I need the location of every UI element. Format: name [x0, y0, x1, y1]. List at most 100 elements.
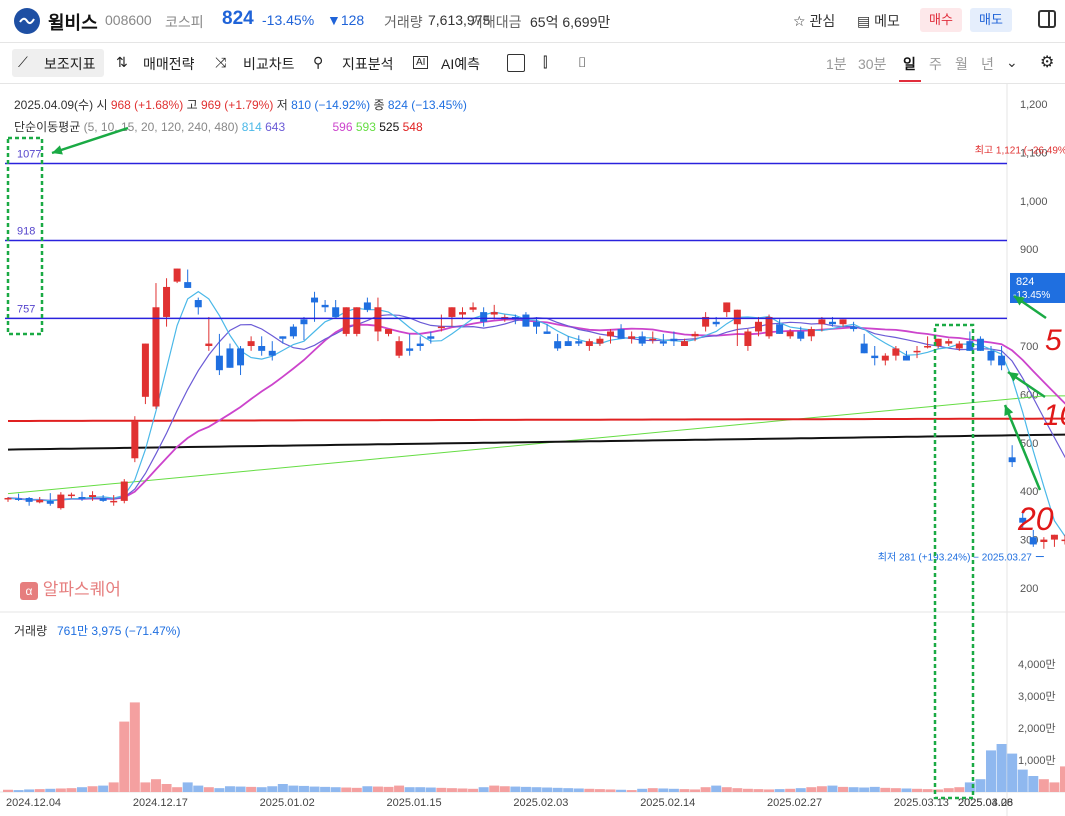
candle-body	[78, 497, 86, 499]
watch-button[interactable]: ☆ 관심	[793, 11, 835, 31]
volume-bar	[806, 787, 817, 792]
memo-button[interactable]: ▤ 메모	[857, 11, 900, 31]
volume-bar	[172, 787, 183, 792]
candle-body	[363, 302, 371, 310]
volume-bar	[224, 786, 235, 792]
candle-body	[828, 321, 836, 325]
period-1min[interactable]: 1분	[826, 54, 847, 74]
candle-body	[733, 309, 741, 325]
candle-body	[839, 319, 847, 325]
candle-body	[247, 341, 255, 346]
watermark-text: 알파스퀘어	[42, 580, 121, 599]
chart-toolbar: ⟋ 보조지표 ⇅ 매매전략 ⤨ 비교차트 ⚲ 지표분석 AI AI예측 ⫿ ⌷ …	[0, 43, 1065, 84]
volume-bar	[605, 789, 616, 792]
candle-body	[892, 348, 900, 356]
candle-body	[448, 307, 456, 317]
compare-button[interactable]: 비교차트	[243, 54, 295, 74]
volume-bar	[203, 787, 214, 792]
volume-bar	[996, 744, 1007, 792]
price-tick-label: 1,000	[1020, 196, 1048, 208]
volume-bar	[721, 787, 732, 792]
period-month[interactable]: 월	[955, 54, 968, 74]
volume-bar	[943, 788, 954, 792]
sell-button[interactable]: 매도	[970, 8, 1012, 32]
low-marker-text: 최저 281 (+193.24%) − 2025.03.27	[878, 552, 1033, 564]
volume-bar	[531, 787, 542, 792]
ma-line-10	[7, 314, 1065, 502]
candle-body	[765, 316, 773, 337]
candle-body	[628, 336, 636, 339]
x-tick-label: 2025.01.02	[260, 797, 315, 809]
period-year[interactable]: 년	[981, 54, 994, 74]
volume-bar	[415, 787, 426, 792]
volume-bar	[1060, 766, 1065, 792]
stock-name: 윌비스	[48, 13, 98, 33]
strategy-icon: ⇅	[116, 54, 128, 70]
volume-bar	[24, 789, 35, 792]
candle-body	[533, 321, 540, 327]
volume-bar	[76, 787, 87, 792]
volume-bar	[869, 786, 880, 792]
candle-body	[1061, 539, 1065, 542]
volume-bar	[320, 786, 331, 792]
volume-bar	[87, 786, 98, 792]
period-week[interactable]: 주	[929, 54, 942, 74]
candle-body	[976, 338, 984, 351]
candle-body	[268, 350, 276, 356]
volume-bar	[594, 789, 605, 792]
sidebar-toggle-icon[interactable]	[1038, 10, 1056, 28]
change-amount: ▼128	[327, 12, 365, 28]
candle-body	[945, 341, 953, 344]
volume-bar	[700, 787, 711, 792]
candle-body	[173, 268, 181, 282]
candle-body	[321, 304, 329, 308]
annotation-number-10: 10	[1043, 399, 1065, 432]
stock-chart[interactable]: 1,2001,1001,0009008007006005004003002001…	[0, 84, 1065, 816]
volume-bar	[468, 788, 479, 792]
candle-body	[258, 346, 266, 351]
volume-bar	[436, 787, 447, 792]
candle-body	[691, 333, 699, 337]
volume-bar	[573, 788, 584, 792]
volume-bar	[341, 787, 352, 792]
analysis-button[interactable]: 지표분석	[342, 54, 394, 74]
watermark-logo-icon: α	[20, 581, 38, 600]
candle-body	[152, 307, 160, 407]
analysis-icon: ⚲	[313, 54, 324, 70]
price-tick-label: 400	[1020, 486, 1038, 498]
volume-bar	[827, 785, 838, 792]
volume-bar	[298, 785, 309, 792]
candle-body	[596, 338, 604, 344]
annotation-arrow	[51, 126, 129, 155]
candle-body	[1008, 457, 1016, 463]
volume-bar	[1028, 776, 1039, 792]
period-30min[interactable]: 30분	[858, 54, 886, 74]
volume-bar	[816, 786, 827, 792]
buy-button[interactable]: 매수	[920, 8, 962, 32]
indicators-button[interactable]: 보조지표	[44, 54, 96, 74]
candle-type-icon[interactable]: ⫿	[543, 54, 547, 71]
volume-tick-label: 3,000만	[1018, 690, 1056, 703]
square-tool-icon[interactable]	[507, 54, 525, 72]
candle-body	[723, 302, 731, 313]
candle-body	[120, 481, 128, 501]
period-day[interactable]: 일	[903, 54, 916, 74]
camera-icon[interactable]: ⌷	[578, 54, 586, 71]
market-label: 코스피	[165, 14, 204, 30]
candle-body	[490, 312, 498, 315]
volume-bar	[383, 786, 394, 792]
volume-bar	[330, 787, 341, 792]
strategy-button[interactable]: 매매전략	[143, 54, 195, 74]
ai-button[interactable]: AI예측	[441, 54, 480, 74]
volume-bar	[922, 789, 933, 792]
compare-icon: ⤨	[215, 54, 227, 70]
candle-body	[36, 499, 44, 503]
volume-bar	[214, 788, 225, 792]
volume-bar	[986, 750, 997, 792]
ma-line-120	[7, 395, 1065, 495]
chevron-down-icon[interactable]: ⌄	[1006, 54, 1018, 71]
volume-bar	[446, 788, 457, 792]
price-tick-label: 700	[1020, 341, 1038, 353]
gear-icon[interactable]: ⚙	[1040, 52, 1054, 72]
volume-bar	[764, 789, 775, 792]
